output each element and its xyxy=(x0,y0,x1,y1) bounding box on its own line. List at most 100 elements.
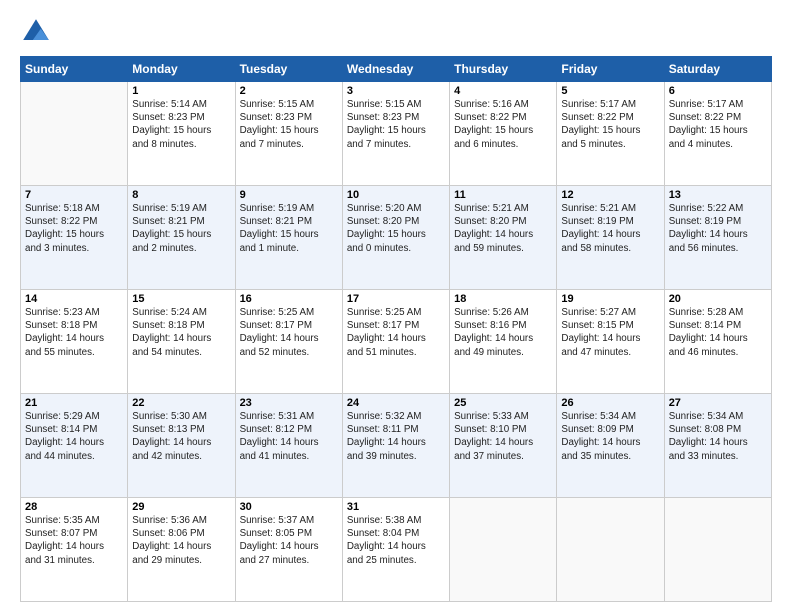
day-of-week-header: Monday xyxy=(128,57,235,82)
calendar-table: SundayMondayTuesdayWednesdayThursdayFrid… xyxy=(20,56,772,602)
calendar-cell: 28Sunrise: 5:35 AM Sunset: 8:07 PM Dayli… xyxy=(21,498,128,602)
calendar-week-row: 1Sunrise: 5:14 AM Sunset: 8:23 PM Daylig… xyxy=(21,82,772,186)
day-info: Sunrise: 5:20 AM Sunset: 8:20 PM Dayligh… xyxy=(347,202,445,255)
calendar-cell: 13Sunrise: 5:22 AM Sunset: 8:19 PM Dayli… xyxy=(664,186,771,290)
page: SundayMondayTuesdayWednesdayThursdayFrid… xyxy=(0,0,792,612)
day-number: 21 xyxy=(25,397,123,409)
calendar-cell: 1Sunrise: 5:14 AM Sunset: 8:23 PM Daylig… xyxy=(128,82,235,186)
calendar-week-row: 7Sunrise: 5:18 AM Sunset: 8:22 PM Daylig… xyxy=(21,186,772,290)
calendar-cell: 22Sunrise: 5:30 AM Sunset: 8:13 PM Dayli… xyxy=(128,394,235,498)
day-number: 7 xyxy=(25,189,123,201)
day-of-week-header: Wednesday xyxy=(342,57,449,82)
calendar-cell xyxy=(21,82,128,186)
day-number: 5 xyxy=(561,85,659,97)
day-number: 31 xyxy=(347,501,445,513)
calendar-week-row: 21Sunrise: 5:29 AM Sunset: 8:14 PM Dayli… xyxy=(21,394,772,498)
day-number: 11 xyxy=(454,189,552,201)
calendar-cell xyxy=(450,498,557,602)
day-info: Sunrise: 5:30 AM Sunset: 8:13 PM Dayligh… xyxy=(132,410,230,463)
day-number: 10 xyxy=(347,189,445,201)
calendar-cell xyxy=(664,498,771,602)
day-info: Sunrise: 5:32 AM Sunset: 8:11 PM Dayligh… xyxy=(347,410,445,463)
day-of-week-header: Tuesday xyxy=(235,57,342,82)
calendar-cell: 29Sunrise: 5:36 AM Sunset: 8:06 PM Dayli… xyxy=(128,498,235,602)
day-number: 16 xyxy=(240,293,338,305)
day-number: 3 xyxy=(347,85,445,97)
calendar-cell: 4Sunrise: 5:16 AM Sunset: 8:22 PM Daylig… xyxy=(450,82,557,186)
logo-icon xyxy=(20,16,52,48)
day-info: Sunrise: 5:17 AM Sunset: 8:22 PM Dayligh… xyxy=(669,98,767,151)
day-number: 17 xyxy=(347,293,445,305)
calendar-cell: 27Sunrise: 5:34 AM Sunset: 8:08 PM Dayli… xyxy=(664,394,771,498)
day-info: Sunrise: 5:38 AM Sunset: 8:04 PM Dayligh… xyxy=(347,514,445,567)
day-number: 1 xyxy=(132,85,230,97)
calendar-cell: 15Sunrise: 5:24 AM Sunset: 8:18 PM Dayli… xyxy=(128,290,235,394)
day-info: Sunrise: 5:18 AM Sunset: 8:22 PM Dayligh… xyxy=(25,202,123,255)
day-number: 9 xyxy=(240,189,338,201)
day-number: 8 xyxy=(132,189,230,201)
day-number: 26 xyxy=(561,397,659,409)
day-info: Sunrise: 5:16 AM Sunset: 8:22 PM Dayligh… xyxy=(454,98,552,151)
day-info: Sunrise: 5:25 AM Sunset: 8:17 PM Dayligh… xyxy=(240,306,338,359)
calendar-cell: 17Sunrise: 5:25 AM Sunset: 8:17 PM Dayli… xyxy=(342,290,449,394)
calendar-cell: 8Sunrise: 5:19 AM Sunset: 8:21 PM Daylig… xyxy=(128,186,235,290)
day-number: 19 xyxy=(561,293,659,305)
day-info: Sunrise: 5:15 AM Sunset: 8:23 PM Dayligh… xyxy=(240,98,338,151)
day-info: Sunrise: 5:21 AM Sunset: 8:20 PM Dayligh… xyxy=(454,202,552,255)
day-info: Sunrise: 5:36 AM Sunset: 8:06 PM Dayligh… xyxy=(132,514,230,567)
day-number: 29 xyxy=(132,501,230,513)
calendar-cell: 6Sunrise: 5:17 AM Sunset: 8:22 PM Daylig… xyxy=(664,82,771,186)
calendar-cell: 26Sunrise: 5:34 AM Sunset: 8:09 PM Dayli… xyxy=(557,394,664,498)
calendar-cell: 31Sunrise: 5:38 AM Sunset: 8:04 PM Dayli… xyxy=(342,498,449,602)
day-number: 23 xyxy=(240,397,338,409)
day-info: Sunrise: 5:22 AM Sunset: 8:19 PM Dayligh… xyxy=(669,202,767,255)
day-number: 27 xyxy=(669,397,767,409)
header xyxy=(20,16,772,48)
day-of-week-header: Thursday xyxy=(450,57,557,82)
calendar-cell: 30Sunrise: 5:37 AM Sunset: 8:05 PM Dayli… xyxy=(235,498,342,602)
day-info: Sunrise: 5:35 AM Sunset: 8:07 PM Dayligh… xyxy=(25,514,123,567)
day-info: Sunrise: 5:24 AM Sunset: 8:18 PM Dayligh… xyxy=(132,306,230,359)
day-number: 28 xyxy=(25,501,123,513)
calendar-cell: 5Sunrise: 5:17 AM Sunset: 8:22 PM Daylig… xyxy=(557,82,664,186)
day-of-week-header: Sunday xyxy=(21,57,128,82)
calendar-cell: 7Sunrise: 5:18 AM Sunset: 8:22 PM Daylig… xyxy=(21,186,128,290)
day-number: 18 xyxy=(454,293,552,305)
day-info: Sunrise: 5:15 AM Sunset: 8:23 PM Dayligh… xyxy=(347,98,445,151)
day-number: 25 xyxy=(454,397,552,409)
day-info: Sunrise: 5:19 AM Sunset: 8:21 PM Dayligh… xyxy=(240,202,338,255)
calendar-cell: 3Sunrise: 5:15 AM Sunset: 8:23 PM Daylig… xyxy=(342,82,449,186)
calendar-cell: 23Sunrise: 5:31 AM Sunset: 8:12 PM Dayli… xyxy=(235,394,342,498)
calendar-cell: 21Sunrise: 5:29 AM Sunset: 8:14 PM Dayli… xyxy=(21,394,128,498)
calendar-header-row: SundayMondayTuesdayWednesdayThursdayFrid… xyxy=(21,57,772,82)
calendar-cell: 25Sunrise: 5:33 AM Sunset: 8:10 PM Dayli… xyxy=(450,394,557,498)
day-info: Sunrise: 5:19 AM Sunset: 8:21 PM Dayligh… xyxy=(132,202,230,255)
day-info: Sunrise: 5:31 AM Sunset: 8:12 PM Dayligh… xyxy=(240,410,338,463)
day-info: Sunrise: 5:29 AM Sunset: 8:14 PM Dayligh… xyxy=(25,410,123,463)
day-of-week-header: Friday xyxy=(557,57,664,82)
day-number: 30 xyxy=(240,501,338,513)
day-number: 12 xyxy=(561,189,659,201)
day-info: Sunrise: 5:33 AM Sunset: 8:10 PM Dayligh… xyxy=(454,410,552,463)
day-info: Sunrise: 5:21 AM Sunset: 8:19 PM Dayligh… xyxy=(561,202,659,255)
day-number: 24 xyxy=(347,397,445,409)
day-info: Sunrise: 5:34 AM Sunset: 8:08 PM Dayligh… xyxy=(669,410,767,463)
day-number: 15 xyxy=(132,293,230,305)
day-info: Sunrise: 5:23 AM Sunset: 8:18 PM Dayligh… xyxy=(25,306,123,359)
day-info: Sunrise: 5:26 AM Sunset: 8:16 PM Dayligh… xyxy=(454,306,552,359)
calendar-cell: 19Sunrise: 5:27 AM Sunset: 8:15 PM Dayli… xyxy=(557,290,664,394)
calendar-cell: 14Sunrise: 5:23 AM Sunset: 8:18 PM Dayli… xyxy=(21,290,128,394)
day-info: Sunrise: 5:28 AM Sunset: 8:14 PM Dayligh… xyxy=(669,306,767,359)
day-of-week-header: Saturday xyxy=(664,57,771,82)
calendar-cell: 2Sunrise: 5:15 AM Sunset: 8:23 PM Daylig… xyxy=(235,82,342,186)
day-number: 2 xyxy=(240,85,338,97)
day-info: Sunrise: 5:14 AM Sunset: 8:23 PM Dayligh… xyxy=(132,98,230,151)
calendar-week-row: 14Sunrise: 5:23 AM Sunset: 8:18 PM Dayli… xyxy=(21,290,772,394)
day-info: Sunrise: 5:37 AM Sunset: 8:05 PM Dayligh… xyxy=(240,514,338,567)
logo xyxy=(20,16,56,48)
calendar-cell: 16Sunrise: 5:25 AM Sunset: 8:17 PM Dayli… xyxy=(235,290,342,394)
calendar-week-row: 28Sunrise: 5:35 AM Sunset: 8:07 PM Dayli… xyxy=(21,498,772,602)
calendar-cell: 20Sunrise: 5:28 AM Sunset: 8:14 PM Dayli… xyxy=(664,290,771,394)
day-info: Sunrise: 5:27 AM Sunset: 8:15 PM Dayligh… xyxy=(561,306,659,359)
calendar-cell: 12Sunrise: 5:21 AM Sunset: 8:19 PM Dayli… xyxy=(557,186,664,290)
